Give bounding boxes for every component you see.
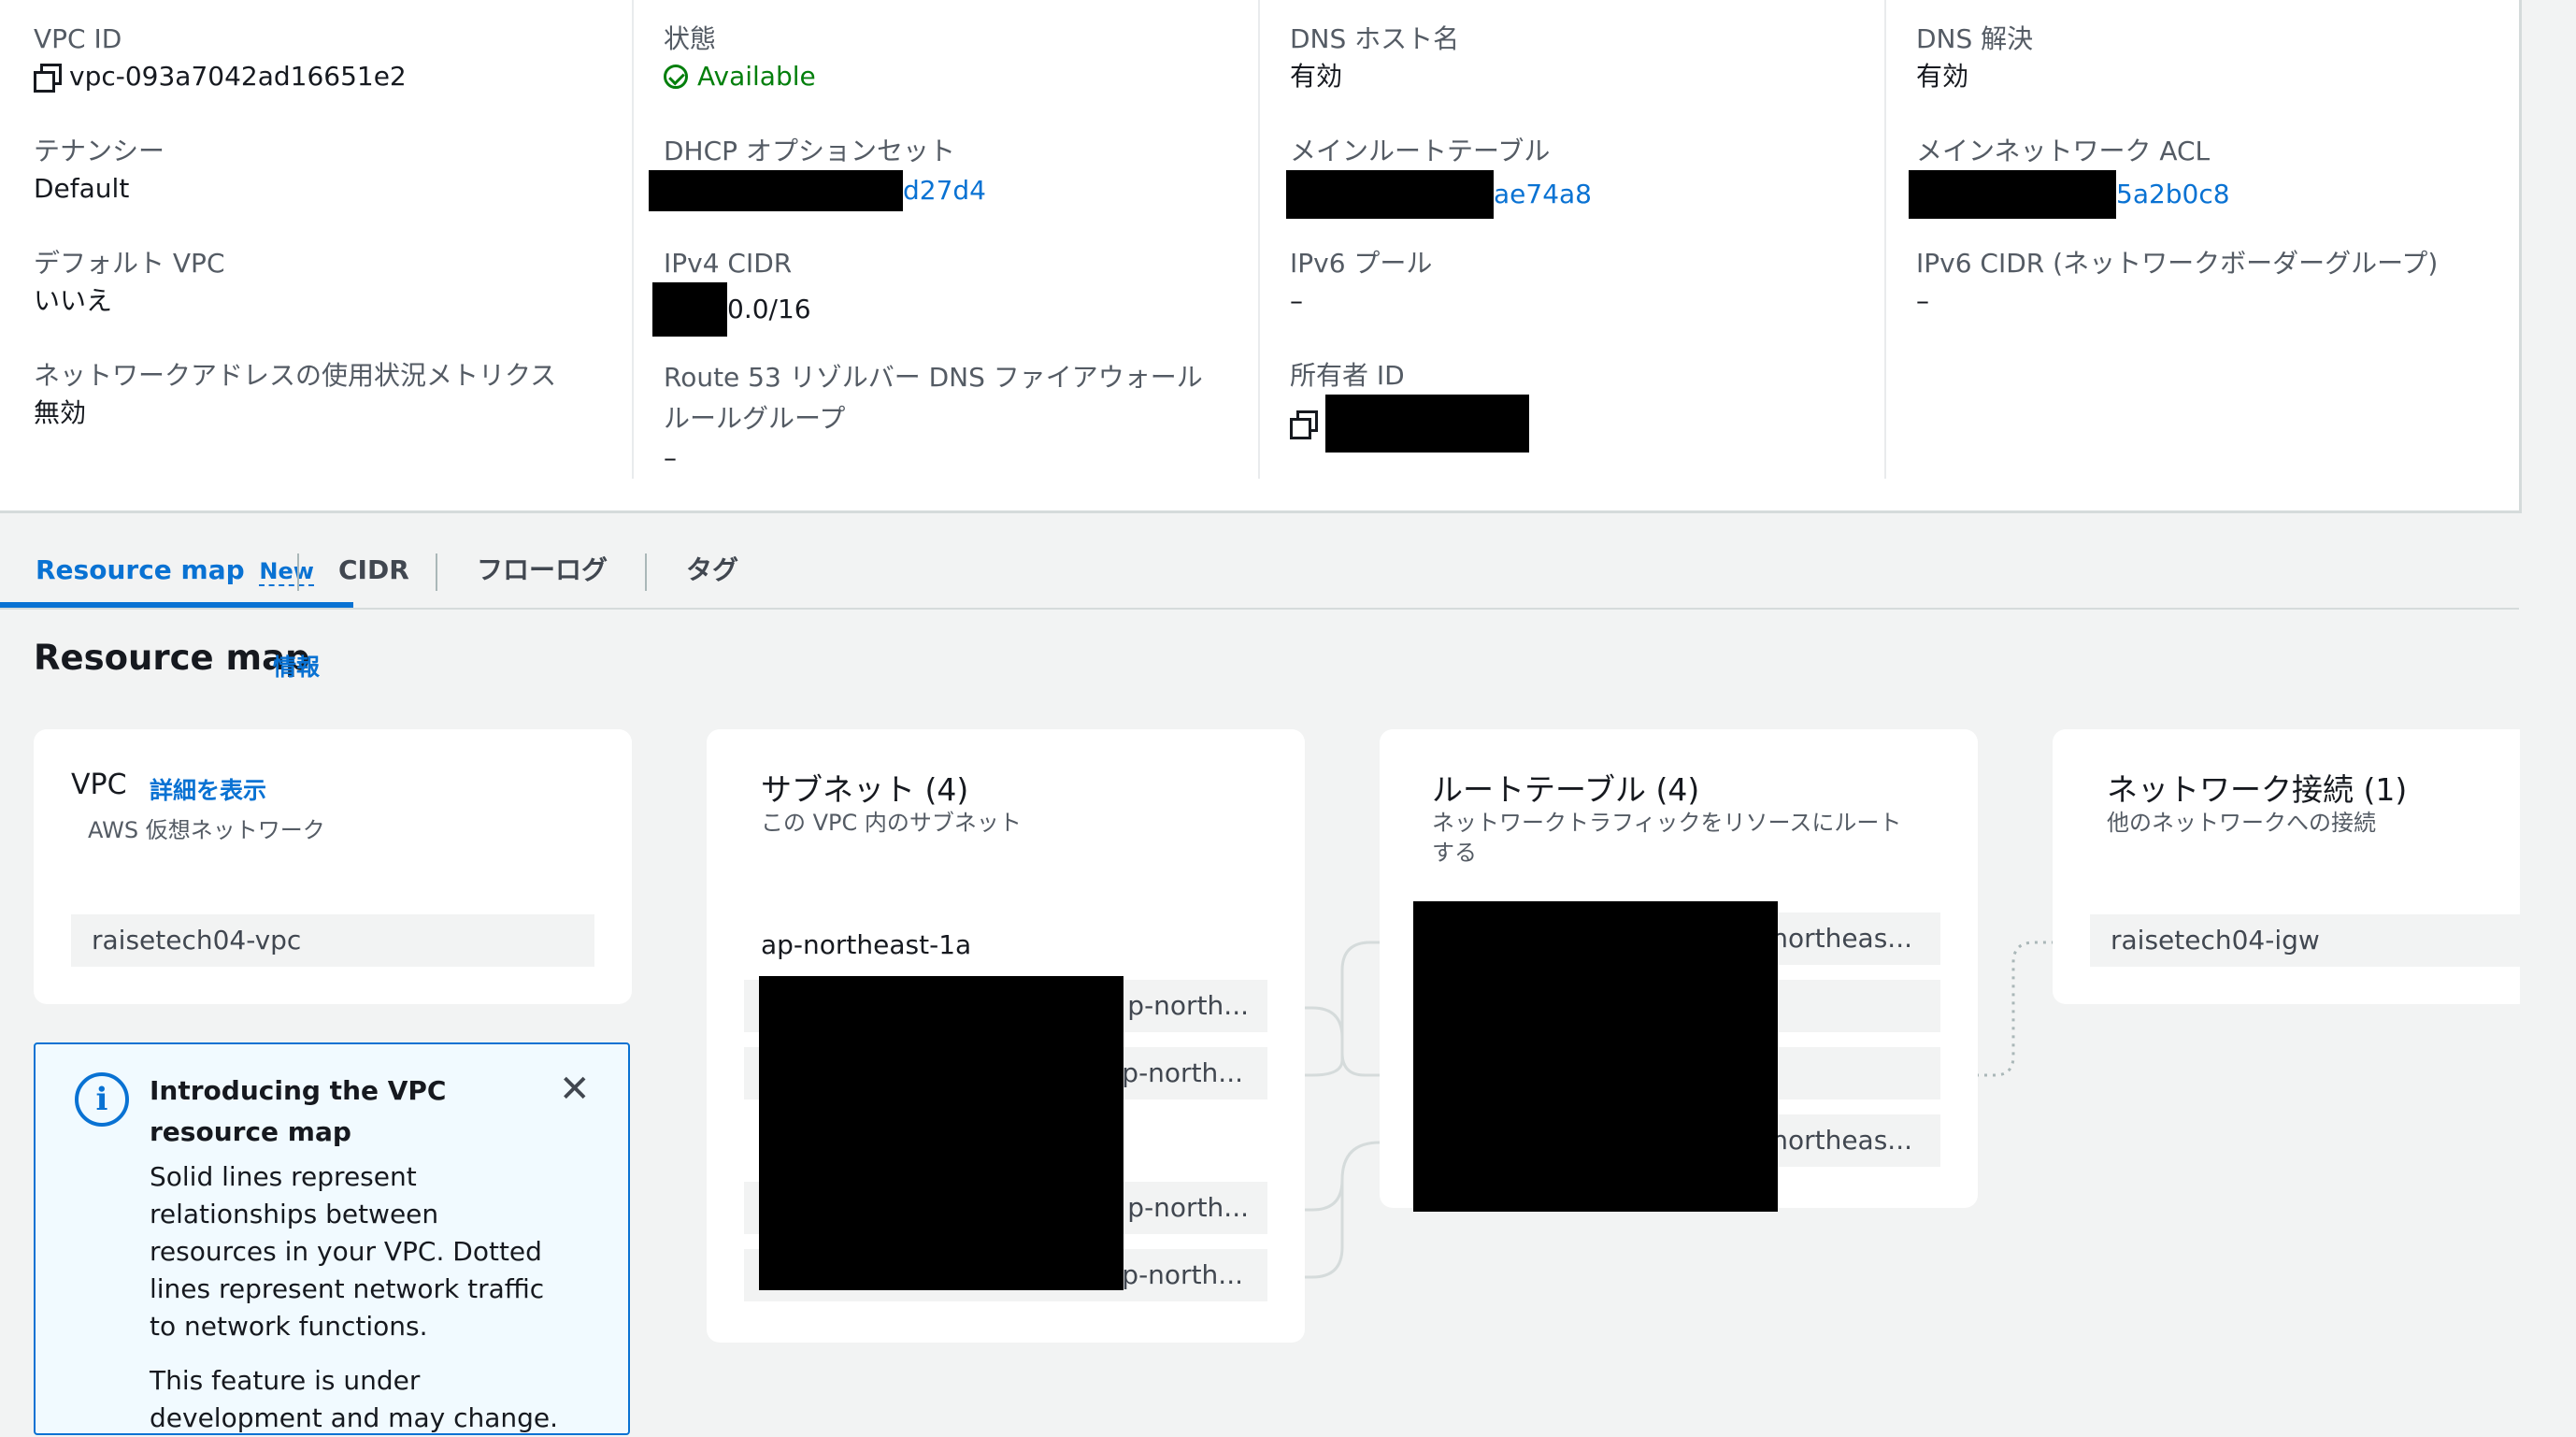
subnets-card: サブネット (4) この VPC 内のサブネット ap-northeast-1a…: [707, 729, 1305, 1343]
view-details-link[interactable]: 詳細を表示: [150, 772, 266, 806]
notice-title: Introducing the VPC resource map: [150, 1075, 447, 1147]
info-icon: i: [75, 1072, 129, 1127]
subnets-card-title: サブネット (4): [761, 771, 969, 808]
vpc-card: VPC 詳細を表示 AWS 仮想ネットワーク raisetech04-vpc: [34, 729, 632, 1004]
subnets-card-subtitle: この VPC 内のサブネット: [761, 810, 1022, 836]
vpc-card-title: VPC: [71, 769, 127, 801]
notice-body: Solid lines represent relationships betw…: [150, 1161, 545, 1342]
redaction-block: [759, 976, 1123, 1290]
network-card-title: ネットワーク接続 (1): [2107, 771, 2408, 808]
close-icon[interactable]: ✕: [559, 1071, 591, 1108]
route-tables-card: ルートテーブル (4) ネットワークトラフィックをリソースにルートする nort…: [1380, 729, 1978, 1212]
vpc-item[interactable]: raisetech04-vpc: [71, 914, 594, 967]
network-card-subtitle: 他のネットワークへの接続: [2107, 810, 2376, 836]
internet-gateway-item[interactable]: raisetech04-igw: [2090, 914, 2520, 967]
redaction-block: [1413, 901, 1778, 1212]
route-tables-card-title: ルートテーブル (4): [1432, 771, 1700, 808]
route-tables-card-subtitle: ネットワークトラフィックをリソースにルートする: [1432, 810, 1902, 866]
vpc-card-subtitle: AWS 仮想ネットワーク: [88, 817, 325, 843]
resource-map-intro-notice: i ✕ Introducing the VPC resource map Sol…: [34, 1042, 630, 1435]
availability-zone-label: ap-northeast-1a: [761, 929, 972, 960]
notice-body-secondary: This feature is under development and ma…: [150, 1365, 559, 1433]
network-connections-card: ネットワーク接続 (1) 他のネットワークへの接続 raisetech04-ig…: [2053, 729, 2520, 1004]
